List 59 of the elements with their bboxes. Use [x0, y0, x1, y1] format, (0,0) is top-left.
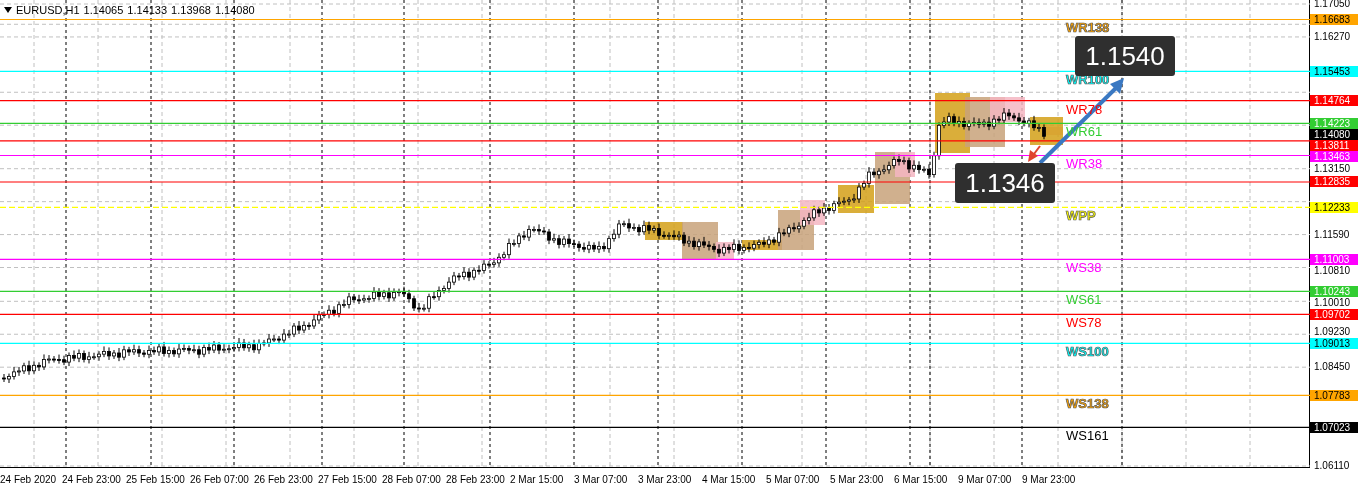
price-tag: 1.07783 [1310, 389, 1358, 401]
ohlc-value: 1.13968 [171, 3, 211, 18]
time-label: 5 Mar 23:00 [830, 474, 884, 485]
time-label: 5 Mar 07:00 [766, 474, 820, 485]
price-label: 1.09230 [1314, 325, 1351, 338]
price-tag: 1.09013 [1310, 337, 1358, 349]
price-tag: 1.14223 [1310, 117, 1358, 129]
price-tag: 1.11003 [1310, 253, 1358, 265]
time-label: 2 Mar 15:00 [510, 474, 564, 485]
time-label: 3 Mar 23:00 [638, 474, 692, 485]
price-tag: 1.12233 [1310, 201, 1358, 213]
level-label: WS138 [1066, 397, 1109, 412]
level-label: WS161 [1066, 429, 1109, 444]
time-label: 27 Feb 15:00 [318, 474, 377, 485]
price-callout: 1.1346 [955, 163, 1055, 203]
current-price-tag: 1.14080 [1310, 128, 1358, 140]
price-tag: 1.16683 [1310, 14, 1358, 25]
price-label: 1.08450 [1314, 361, 1351, 374]
time-label: 3 Mar 07:00 [574, 474, 628, 485]
dropdown-icon[interactable] [4, 7, 12, 14]
level-label: WS78 [1066, 316, 1102, 331]
time-label: 9 Mar 07:00 [958, 474, 1012, 485]
price-label: 1.11590 [1314, 228, 1350, 241]
time-label: 9 Mar 23:00 [1022, 474, 1076, 485]
price-label: 1.13150 [1314, 162, 1351, 175]
level-label: WR138 [1066, 21, 1110, 36]
price-label: 1.06110 [1314, 460, 1350, 472]
price-tag: 1.07023 [1310, 421, 1358, 433]
down-arrow [1028, 145, 1041, 162]
time-label: 24 Feb 2020 [0, 474, 57, 485]
price-label: 1.10010 [1314, 296, 1351, 309]
level-label: WPP [1066, 209, 1096, 224]
price-tag: 1.15453 [1310, 65, 1358, 77]
time-label: 26 Feb 23:00 [254, 474, 313, 485]
price-label: 1.17050 [1314, 0, 1351, 10]
time-label: 4 Mar 15:00 [702, 474, 756, 485]
price-tag: 1.10243 [1310, 285, 1358, 297]
level-label: WS38 [1066, 261, 1102, 276]
price-label: 1.10810 [1314, 264, 1351, 277]
price-tag: 1.09702 [1310, 308, 1358, 320]
time-label: 6 Mar 15:00 [894, 474, 948, 485]
time-label: 28 Feb 07:00 [382, 474, 441, 485]
ohlc-value: 1.14065 [83, 3, 124, 18]
ohlc-value: 1.14080 [214, 3, 255, 18]
ohlc-value: 1.14133 [127, 3, 168, 18]
time-label: 24 Feb 23:00 [62, 474, 121, 485]
level-label: WS100 [1066, 345, 1109, 360]
price-tag: 1.13463 [1310, 150, 1358, 162]
symbol-label: EURUSD,H1 [16, 3, 80, 18]
price-callout: 1.1540 [1075, 36, 1175, 76]
time-label: 26 Feb 07:00 [190, 474, 249, 485]
price-tag: 1.14764 [1310, 95, 1358, 107]
time-label: 28 Feb 23:00 [446, 474, 505, 485]
time-label: 25 Feb 15:00 [126, 474, 185, 485]
price-label: 1.16270 [1314, 30, 1351, 43]
level-label: WR38 [1066, 157, 1103, 172]
price-tag: 1.12835 [1310, 176, 1358, 188]
level-label: WS61 [1066, 293, 1102, 308]
price-tag: 1.13811 [1310, 139, 1358, 151]
